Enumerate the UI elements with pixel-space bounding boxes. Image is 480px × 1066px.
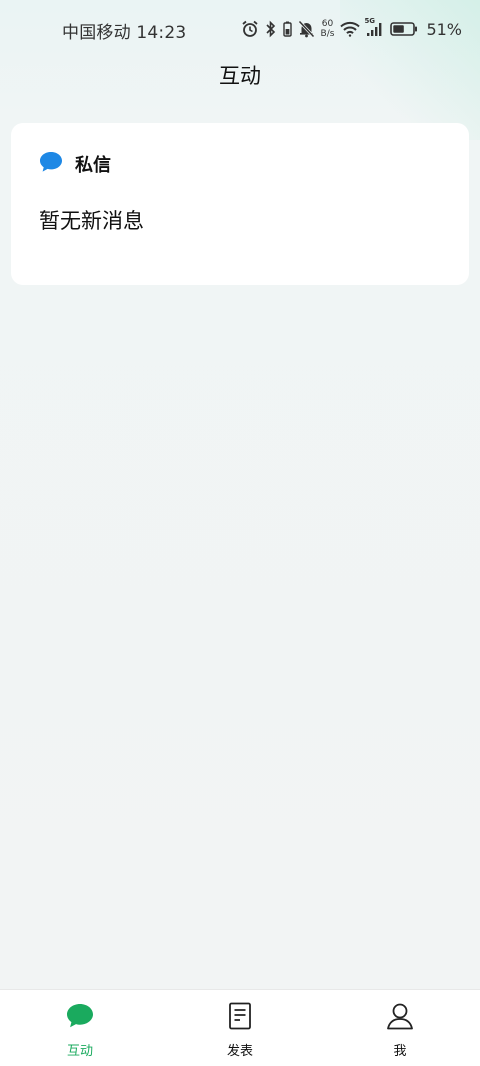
net-speed-value: 60: [321, 19, 334, 29]
nav-item-me[interactable]: 我: [320, 990, 480, 1066]
card-title: 私信: [75, 155, 111, 176]
wifi-icon: [340, 21, 361, 37]
device-battery-icon: [282, 21, 292, 37]
bluetooth-icon: [265, 20, 277, 38]
chat-bubble-icon: [66, 1001, 94, 1031]
battery-icon: [390, 21, 418, 37]
nav-label-interaction: 互动: [66, 1044, 93, 1059]
net-speed: 60 B/s: [321, 19, 335, 39]
status-icons: 60 B/s 5G 51%: [241, 17, 462, 41]
alarm-icon: [241, 20, 259, 38]
mute-bell-icon: [297, 20, 315, 38]
chat-bubble-icon: [39, 151, 63, 177]
nav-item-interaction[interactable]: 互动: [0, 990, 160, 1066]
empty-messages-text: 暂无新消息: [39, 209, 144, 233]
carrier-time: 中国移动 14:23: [62, 23, 187, 43]
nav-label-me: 我: [393, 1044, 407, 1059]
status-bar: 中国移动 14:23 60 B/s 5G 51%: [0, 0, 480, 58]
private-messages-card[interactable]: 私信 暂无新消息: [11, 123, 469, 285]
battery-percent: 51%: [426, 19, 462, 39]
nav-label-publish: 发表: [226, 1044, 253, 1059]
signal-type-label: 5G: [364, 17, 376, 25]
cellular-signal-icon: 5G: [364, 17, 384, 37]
nav-item-publish[interactable]: 发表: [160, 990, 320, 1066]
page-title: 互动: [219, 64, 261, 88]
card-header: 私信: [39, 151, 111, 177]
document-icon: [228, 1001, 252, 1031]
bottom-nav: 互动 发表 我: [0, 989, 480, 1066]
person-icon: [386, 1001, 414, 1031]
net-speed-unit: B/s: [320, 29, 335, 39]
